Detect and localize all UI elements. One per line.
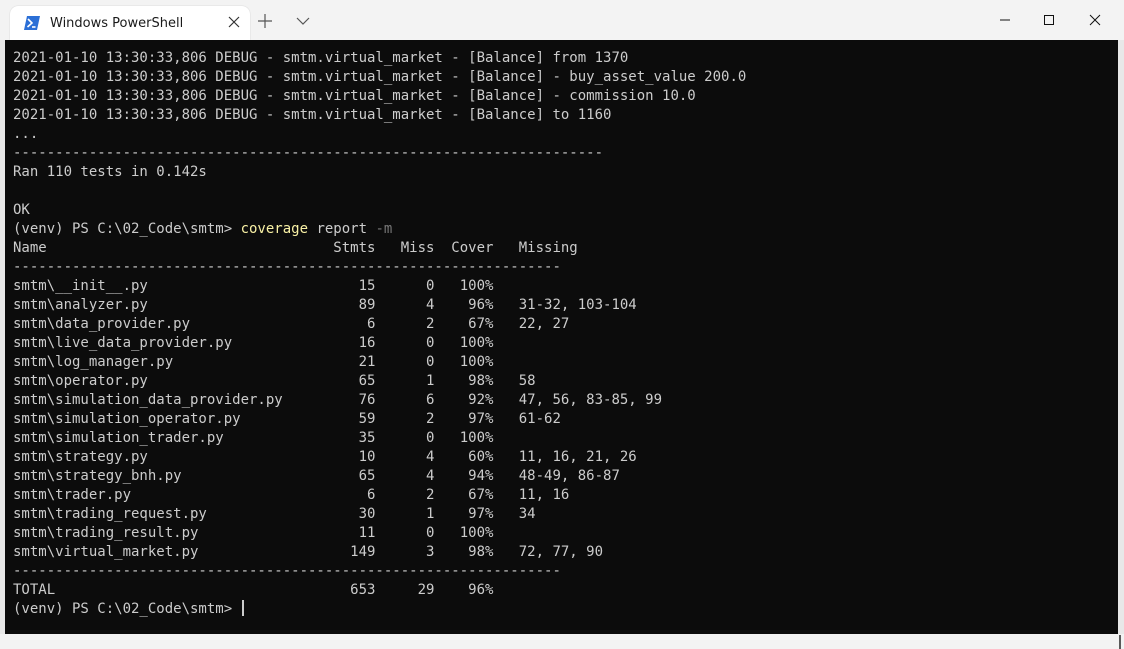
coverage-total: TOTAL 653 29 96% [13, 582, 494, 598]
tab-windows-powershell[interactable]: Windows PowerShell [10, 6, 250, 40]
command-flag: -m [375, 221, 393, 237]
minimize-icon [1000, 19, 1010, 21]
command-name: coverage [240, 221, 309, 237]
close-icon [1089, 14, 1101, 26]
test-summary: Ran 110 tests in 0.142s [13, 164, 207, 180]
text-cursor [241, 600, 244, 616]
title-bar: Windows PowerShell [0, 0, 1124, 40]
terminal-pane[interactable]: 2021-01-10 13:30:33,806 DEBUG - smtm.vir… [5, 40, 1121, 649]
terminal-output: 2021-01-10 13:30:33,806 DEBUG - smtm.vir… [13, 49, 746, 619]
powershell-icon [24, 16, 40, 30]
close-window-button[interactable] [1072, 0, 1118, 40]
separator-line: ----------------------------------------… [13, 563, 561, 579]
coverage-rows: smtm\__init__.py 15 0 100% smtm\analyzer… [13, 278, 663, 560]
log-line: 2021-01-10 13:30:33,806 DEBUG - smtm.vir… [13, 69, 747, 85]
test-status: OK [13, 202, 30, 218]
prompt: (venv) PS C:\02_Code\smtm> [13, 221, 241, 237]
coverage-header: Name Stmts Miss Cover Missing [13, 240, 578, 256]
background-window-edge [1118, 40, 1124, 634]
chevron-down-icon[interactable] [296, 16, 310, 26]
new-tab-icon[interactable] [258, 14, 272, 28]
minimize-button[interactable] [982, 0, 1028, 40]
separator-line: ----------------------------------------… [13, 145, 604, 161]
log-line: 2021-01-10 13:30:33,806 DEBUG - smtm.vir… [13, 50, 629, 66]
maximize-button[interactable] [1026, 0, 1072, 40]
maximize-icon [1044, 15, 1054, 25]
command-args: report [308, 221, 376, 237]
scrollbar-thumb[interactable] [1119, 635, 1121, 649]
ellipsis-line: ... [13, 126, 39, 142]
final-prompt: (venv) PS C:\02_Code\smtm> [13, 601, 241, 617]
tab-close-icon[interactable] [226, 14, 242, 30]
separator-line: ----------------------------------------… [13, 259, 561, 275]
log-line: 2021-01-10 13:30:33,806 DEBUG - smtm.vir… [13, 88, 696, 104]
log-line: 2021-01-10 13:30:33,806 DEBUG - smtm.vir… [13, 107, 612, 123]
tab-title: Windows PowerShell [50, 16, 184, 31]
